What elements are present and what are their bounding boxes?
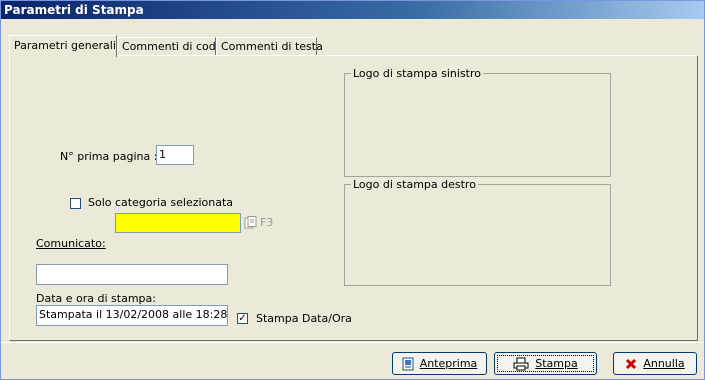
only-selected-category-checkbox[interactable] [70, 198, 81, 209]
lookup-key-hint: F3 [260, 216, 274, 229]
tab-label: Commenti di coda [122, 40, 223, 53]
cancel-label: Annulla [643, 357, 685, 370]
first-page-label: N° prima pagina : [60, 150, 158, 163]
tab-label: Parametri generali [14, 39, 116, 52]
cancel-button[interactable]: Annulla [613, 352, 697, 375]
right-logo-label: Logo di stampa destro [351, 178, 478, 191]
communique-input[interactable] [36, 264, 228, 285]
print-datetime-checkbox-label: Stampa Data/Ora [256, 312, 352, 325]
category-lookup-button[interactable]: F3 [244, 216, 273, 230]
tab-footer-comments[interactable]: Commenti di coda [117, 37, 222, 56]
category-input[interactable] [115, 213, 241, 233]
print-button[interactable]: Stampa [494, 352, 597, 375]
button-bar: Anteprima Stampa Annulla [1, 342, 704, 380]
print-parameters-dialog: Parametri di Stampa Parametri generali C… [0, 0, 705, 380]
print-datetime-label: Data e ora di stampa: [36, 292, 156, 305]
tab-general-parameters[interactable]: Parametri generali [9, 35, 117, 57]
print-datetime-input[interactable]: Stampata il 13/02/2008 alle 18:28 [36, 305, 228, 326]
right-logo-group: Logo di stampa destro [344, 178, 611, 286]
tab-label: Commenti di testa [221, 40, 323, 53]
print-label: Stampa [535, 357, 578, 370]
only-selected-category-label: Solo categoria selezionata [88, 196, 234, 209]
close-icon [626, 358, 637, 370]
printer-icon [513, 357, 529, 371]
print-datetime-checkbox[interactable]: ✓ [237, 313, 248, 324]
first-page-input[interactable]: 1 [156, 145, 194, 165]
window-title: Parametri di Stampa [4, 3, 144, 17]
left-logo-group: Logo di stampa sinistro [344, 67, 611, 177]
tab-header-comments[interactable]: Commenti di testa [216, 37, 323, 56]
preview-button[interactable]: Anteprima [392, 352, 487, 375]
title-bar[interactable]: Parametri di Stampa [1, 1, 704, 19]
tab-panel-general: N° prima pagina : 1 Solo categoria selez… [9, 55, 698, 341]
preview-icon [402, 357, 414, 371]
left-logo-label: Logo di stampa sinistro [351, 67, 483, 80]
documents-icon [244, 216, 257, 229]
communique-label: Comunicato: [36, 237, 106, 250]
preview-label: Anteprima [419, 357, 478, 370]
